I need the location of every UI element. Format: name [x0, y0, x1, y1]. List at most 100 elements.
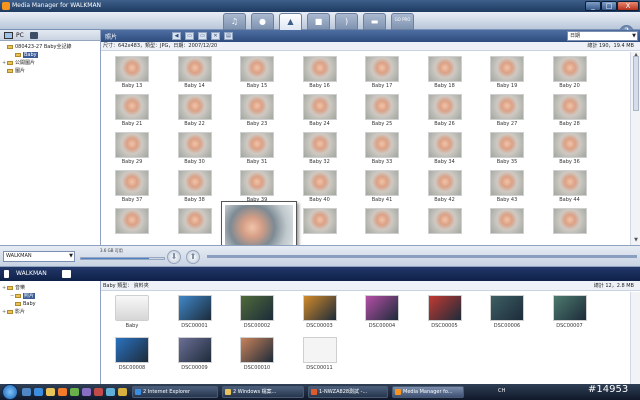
tree-item[interactable]: Baby [2, 300, 99, 308]
photo-thumbnail[interactable]: Baby 14 [164, 52, 224, 90]
transfer-to-device-icon[interactable]: ⬆ [186, 250, 200, 264]
tree-item[interactable]: 圖片 [2, 67, 99, 75]
photo-thumbnail[interactable]: Baby 39 [226, 166, 286, 204]
photo-thumbnail[interactable] [539, 204, 599, 242]
photo-thumbnail[interactable] [101, 204, 161, 242]
photo-thumbnail[interactable]: Baby 33 [351, 128, 411, 166]
copy-icon[interactable]: ▭ [185, 32, 194, 40]
app-quicklaunch-icon[interactable] [70, 388, 79, 396]
photo-thumbnail[interactable]: Baby 28 [539, 90, 599, 128]
taskbar-button[interactable]: 2 Internet Explorer [132, 386, 218, 398]
tree-item[interactable]: + 公開圖片 [2, 59, 99, 67]
photo-thumbnail[interactable]: Baby 34 [414, 128, 474, 166]
photo-thumbnail[interactable] [289, 204, 349, 242]
start-button[interactable] [2, 384, 18, 400]
taskbar-button[interactable]: 2 Windows 檔案... [222, 386, 304, 398]
pc-scrollbar[interactable]: ▲ ▼ [630, 52, 640, 245]
tab-gopro[interactable]: GO PRO [391, 13, 414, 30]
photo-thumbnail[interactable]: Baby 31 [226, 128, 286, 166]
photo-thumbnail[interactable]: Baby 27 [476, 90, 536, 128]
minimize-button[interactable]: _ [585, 1, 601, 11]
tree-item[interactable]: − 照片 [2, 292, 99, 300]
app-quicklaunch-icon[interactable] [118, 388, 127, 396]
sort-dropdown[interactable]: 日期 ▼ [567, 31, 638, 41]
tab-music[interactable]: ♫ [223, 13, 246, 30]
tab-video[interactable]: ■ [307, 13, 330, 30]
photo-thumbnail[interactable]: Baby 41 [351, 166, 411, 204]
app-quicklaunch-icon[interactable] [94, 388, 103, 396]
photo-item[interactable]: DSC00010 [226, 334, 288, 374]
photo-thumbnail[interactable]: Baby 15 [226, 52, 286, 90]
photo-thumbnail[interactable]: Baby 19 [476, 52, 536, 90]
tab-tools[interactable]: ▬ [363, 13, 386, 30]
tree-item[interactable]: + 音樂 [2, 284, 99, 292]
tab-rss[interactable]: ) [335, 13, 358, 30]
photo-thumbnail[interactable]: Baby 36 [539, 128, 599, 166]
photo-thumbnail[interactable]: Baby 30 [164, 128, 224, 166]
taskbar-button[interactable]: 1-NWZA828測試 -... [308, 386, 388, 398]
show-desktop-icon[interactable] [22, 388, 31, 396]
folder-item[interactable]: Baby [101, 292, 163, 332]
photo-thumbnail[interactable]: Baby 42 [414, 166, 474, 204]
delete-icon[interactable]: ✕ [211, 32, 220, 40]
photo-thumbnail[interactable]: Baby 13 [101, 52, 161, 90]
photo-item[interactable]: DSC00006 [476, 292, 538, 332]
photo-thumbnail[interactable]: Baby 35 [476, 128, 536, 166]
photo-item[interactable]: DSC00005 [414, 292, 476, 332]
tree-item[interactable]: + 影片 [2, 308, 99, 316]
photo-item[interactable]: DSC00008 [101, 334, 163, 374]
close-button[interactable]: X [617, 1, 639, 11]
app-quicklaunch-icon[interactable] [106, 388, 115, 396]
open-folder-icon[interactable] [30, 32, 38, 39]
walkman-scrollbar[interactable] [630, 292, 640, 384]
photo-thumbnail[interactable]: Baby 37 [101, 166, 161, 204]
photo-thumbnail[interactable]: Baby 22 [164, 90, 224, 128]
tab-podcast[interactable]: ● [251, 13, 274, 30]
photo-item[interactable]: DSC00003 [289, 292, 351, 332]
photo-thumbnail[interactable]: Baby 23 [226, 90, 286, 128]
app-quicklaunch-icon[interactable] [82, 388, 91, 396]
photo-item[interactable]: DSC00007 [539, 292, 601, 332]
maximize-button[interactable]: □ [601, 1, 617, 11]
photo-thumbnail[interactable] [351, 204, 411, 242]
photo-thumbnail[interactable]: Baby 18 [414, 52, 474, 90]
photo-item[interactable]: DSC00011 [289, 334, 351, 374]
transfer-to-pc-icon[interactable]: ⬇ [167, 250, 181, 264]
back-icon[interactable]: ◀ [172, 32, 181, 40]
photo-thumbnail[interactable]: Baby 17 [351, 52, 411, 90]
photo-item[interactable]: DSC00009 [164, 334, 226, 374]
photo-thumbnail[interactable]: Baby 38 [164, 166, 224, 204]
taskbar-button[interactable]: Media Manager fo... [392, 386, 464, 398]
photo-thumbnail[interactable]: Baby 29 [101, 128, 161, 166]
photo-thumbnail[interactable]: Baby 26 [414, 90, 474, 128]
photo-thumbnail[interactable]: Baby 40 [289, 166, 349, 204]
properties-icon[interactable]: ▤ [224, 32, 233, 40]
photo-thumbnail[interactable] [164, 204, 224, 242]
walkman-content-pane: Baby 類型： 資料夾 總計 12，2.8 MB Baby DSC00001 DS… [101, 267, 640, 384]
photo-item[interactable]: DSC00001 [164, 292, 226, 332]
explorer-quicklaunch-icon[interactable] [46, 388, 55, 396]
tab-photo[interactable]: ▲ [279, 13, 302, 30]
device-dropdown[interactable]: WALKMAN ▼ [3, 251, 75, 262]
input-language[interactable]: CH [498, 388, 505, 394]
photo-thumbnail[interactable]: Baby 25 [351, 90, 411, 128]
photo-thumbnail[interactable]: Baby 32 [289, 128, 349, 166]
photo-thumbnail[interactable]: Baby 44 [539, 166, 599, 204]
photo-thumbnail[interactable]: Baby 20 [539, 52, 599, 90]
photo-thumbnail[interactable] [414, 204, 474, 242]
scroll-thumb[interactable] [633, 56, 639, 111]
photo-thumbnail[interactable]: Baby 24 [289, 90, 349, 128]
scroll-down-icon[interactable]: ▼ [632, 237, 640, 243]
ie-quicklaunch-icon[interactable] [34, 388, 43, 396]
photo-thumbnail[interactable]: Baby 43 [476, 166, 536, 204]
photo-item[interactable]: DSC00004 [351, 292, 413, 332]
tree-item[interactable]: Baby [2, 51, 99, 59]
firefox-quicklaunch-icon[interactable] [58, 388, 67, 396]
photo-thumbnail[interactable]: Baby 21 [101, 90, 161, 128]
paste-icon[interactable]: ▭ [198, 32, 207, 40]
photo-thumbnail[interactable]: Baby 16 [289, 52, 349, 90]
device-settings-icon[interactable] [62, 270, 71, 278]
tree-item[interactable]: 080423-27 Baby全記錄 [2, 43, 99, 51]
photo-thumbnail[interactable] [476, 204, 536, 242]
photo-item[interactable]: DSC00002 [226, 292, 288, 332]
